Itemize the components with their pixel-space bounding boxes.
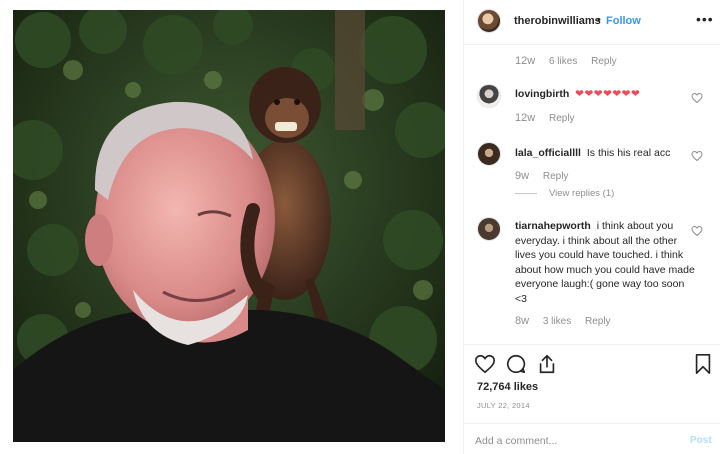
- commenter-username[interactable]: lovingbirth: [515, 88, 569, 100]
- comment-meta: 12w Reply: [515, 112, 586, 124]
- commenter-username[interactable]: lala_officiallll: [515, 147, 581, 159]
- comment-body: Is this his real acc: [586, 147, 671, 159]
- comment-age: 12w: [515, 55, 536, 67]
- post-actions: 72,764 likes JULY 22, 2014 Post: [464, 344, 720, 454]
- comment-age: 12w: [515, 112, 536, 124]
- comment-age: 9w: [515, 170, 530, 182]
- reply-button[interactable]: Reply: [543, 171, 569, 182]
- reply-button[interactable]: Reply: [549, 113, 575, 124]
- comment-text: lovingbirth ❤❤❤❤❤❤❤: [515, 87, 695, 102]
- post-sidebar: therobinwilliams • Follow ••• 12w 6 like…: [463, 0, 720, 454]
- photo-illustration: [13, 10, 445, 442]
- bookmark-icon[interactable]: [692, 353, 714, 375]
- heart-icon[interactable]: [474, 353, 496, 375]
- view-replies-label[interactable]: View replies (1): [549, 188, 614, 199]
- comment-composer: Post: [464, 423, 720, 454]
- commenter-avatar[interactable]: [477, 217, 501, 241]
- commenter-avatar[interactable]: [477, 84, 501, 108]
- commenter-username[interactable]: tiarnahepworth: [515, 220, 591, 232]
- author-avatar[interactable]: [477, 9, 501, 33]
- comment-likes[interactable]: 3 likes: [543, 316, 571, 327]
- share-icon[interactable]: [536, 353, 558, 375]
- comment-body: ❤❤❤❤❤❤❤: [575, 88, 641, 100]
- comment-text: tiarnahepworth i think about you everyda…: [515, 219, 695, 306]
- follow-button[interactable]: Follow: [606, 15, 641, 27]
- post-header: therobinwilliams • Follow •••: [464, 0, 720, 45]
- comment-likes[interactable]: 6 likes: [549, 56, 577, 67]
- commenter-avatar[interactable]: [477, 142, 501, 166]
- comment-body: i think about you everyday. i think abou…: [515, 220, 695, 305]
- comment-text: lala_officiallll Is this his real acc: [515, 146, 695, 161]
- author-username[interactable]: therobinwilliams: [514, 15, 601, 27]
- heart-icon[interactable]: [691, 92, 703, 104]
- comment-icon[interactable]: [505, 353, 527, 375]
- post-date[interactable]: JULY 22, 2014: [477, 401, 530, 410]
- separator-dot: •: [597, 14, 601, 26]
- replies-divider: [515, 192, 537, 194]
- post-button[interactable]: Post: [690, 435, 712, 446]
- reply-button[interactable]: Reply: [591, 56, 617, 67]
- comment-meta: 12w 6 likes Reply: [515, 55, 628, 67]
- comment-meta: 8w 3 likes Reply: [515, 315, 622, 327]
- view-replies-button[interactable]: View replies (1): [515, 188, 614, 199]
- heart-icon[interactable]: [691, 225, 703, 237]
- comment-meta: 9w Reply: [515, 170, 579, 182]
- ellipsis-icon[interactable]: •••: [696, 11, 714, 27]
- add-comment-input[interactable]: [475, 433, 675, 449]
- reply-button[interactable]: Reply: [585, 316, 611, 327]
- heart-icon[interactable]: [691, 150, 703, 162]
- post-photo[interactable]: [13, 10, 445, 442]
- comment-age: 8w: [515, 315, 530, 327]
- likes-count[interactable]: 72,764 likes: [477, 381, 538, 393]
